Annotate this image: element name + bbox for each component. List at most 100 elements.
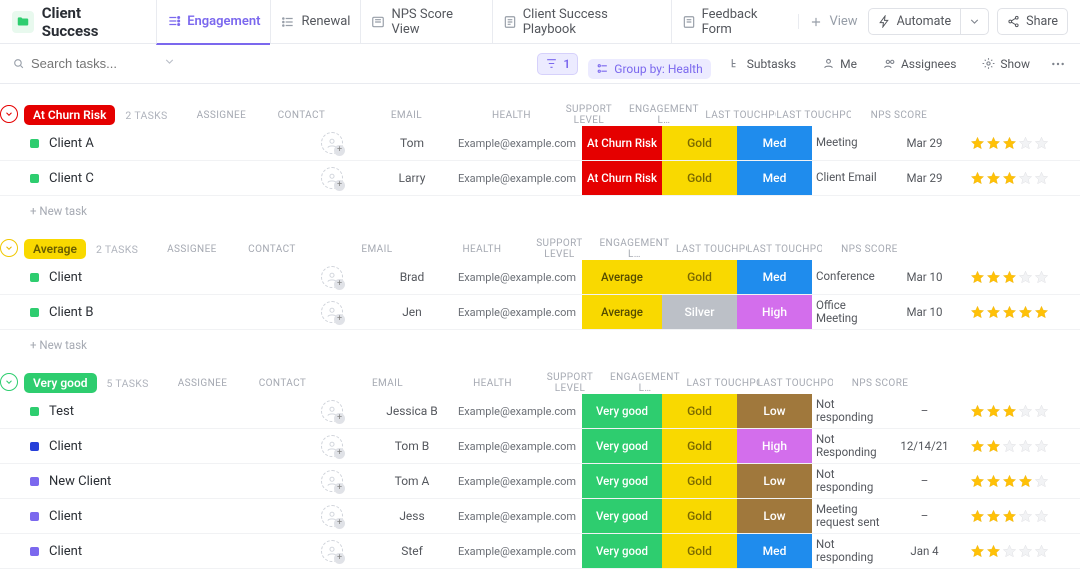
nps-stars[interactable] <box>970 474 1049 489</box>
contact-cell[interactable]: Tom B <box>372 439 452 453</box>
touchpoint-date-cell[interactable]: – <box>887 474 962 488</box>
col-support[interactable]: SUPPORT LEVEL <box>551 104 626 126</box>
group-toggle[interactable] <box>0 373 18 391</box>
task-name[interactable]: Client <box>49 270 82 285</box>
assignee-cell[interactable] <box>292 132 372 154</box>
touchpoint-date-cell[interactable]: Mar 10 <box>887 270 962 284</box>
health-cell[interactable]: At Churn Risk <box>582 126 662 160</box>
nps-stars[interactable] <box>970 305 1049 320</box>
table-row[interactable]: ClientBradExample@example.comAverageGold… <box>0 260 1080 295</box>
tab-engagement[interactable]: Engagement <box>156 0 270 45</box>
assignee-cell[interactable] <box>292 301 372 323</box>
status-dot[interactable] <box>30 273 39 282</box>
touchpoint-type-cell[interactable]: Client Email <box>812 171 887 184</box>
tab-client-success-playbook[interactable]: Client Success Playbook <box>492 0 671 44</box>
col-nps[interactable]: NPS SCORE <box>833 378 928 389</box>
touchpoint-type-cell[interactable]: Not responding <box>812 398 887 424</box>
col-contact[interactable]: CONTACT <box>232 244 312 255</box>
status-dot[interactable] <box>30 547 39 556</box>
table-row[interactable]: New ClientTom AExample@example.comVery g… <box>0 464 1080 499</box>
col-support[interactable]: SUPPORT LEVEL <box>522 238 597 260</box>
touchpoint-date-cell[interactable]: Mar 29 <box>887 136 962 150</box>
col-assignee[interactable]: ASSIGNEE <box>152 244 232 255</box>
nps-stars[interactable] <box>970 171 1049 186</box>
assignee-cell[interactable] <box>292 505 372 527</box>
col-touchpoint-type[interactable]: LAST TOUCHPOI… <box>672 244 747 255</box>
contact-cell[interactable]: Jen <box>372 305 452 319</box>
touchpoint-date-cell[interactable]: Mar 10 <box>887 305 962 319</box>
table-row[interactable]: ClientTom BExample@example.comVery goodG… <box>0 429 1080 464</box>
assignee-cell[interactable] <box>292 400 372 422</box>
support-cell[interactable]: Gold <box>662 126 737 160</box>
nps-cell[interactable] <box>962 305 1057 320</box>
new-task-button[interactable]: + New task <box>0 196 1080 224</box>
touchpoint-type-cell[interactable]: Office Meeting <box>812 299 887 325</box>
engagement-cell[interactable]: Med <box>737 260 812 294</box>
group-label[interactable]: At Churn Risk <box>24 105 115 125</box>
group-label[interactable]: Very good <box>24 373 97 393</box>
col-engagement[interactable]: ENGAGEMENT L… <box>608 372 683 394</box>
health-cell[interactable]: Average <box>582 295 662 329</box>
table-row[interactable]: Client ATomExample@example.comAt Churn R… <box>0 126 1080 161</box>
task-name[interactable]: Client <box>49 439 82 454</box>
touchpoint-type-cell[interactable]: Conference <box>812 270 887 283</box>
email-cell[interactable]: Example@example.com <box>452 545 582 558</box>
status-dot[interactable] <box>30 442 39 451</box>
add-view-button[interactable]: View <box>798 14 867 29</box>
engagement-cell[interactable]: Med <box>737 126 812 160</box>
task-name[interactable]: Test <box>49 404 74 419</box>
touchpoint-type-cell[interactable]: Not Responding <box>812 433 887 459</box>
task-name[interactable]: New Client <box>49 474 111 489</box>
nps-stars[interactable] <box>970 404 1049 419</box>
email-cell[interactable]: Example@example.com <box>452 306 582 319</box>
col-touchpoint-date[interactable]: LAST TOUCHPOI… <box>747 244 822 255</box>
contact-cell[interactable]: Tom A <box>372 474 452 488</box>
email-cell[interactable]: Example@example.com <box>452 405 582 418</box>
engagement-cell[interactable]: Low <box>737 464 812 498</box>
col-health[interactable]: HEALTH <box>442 244 522 255</box>
search-dropdown[interactable] <box>157 53 182 74</box>
group-toggle[interactable] <box>0 105 18 123</box>
engagement-cell[interactable]: Med <box>737 534 812 568</box>
touchpoint-type-cell[interactable]: Meeting <box>812 136 887 149</box>
tab-renewal[interactable]: Renewal <box>270 0 360 44</box>
engagement-cell[interactable]: Low <box>737 394 812 428</box>
touchpoint-date-cell[interactable]: Mar 29 <box>887 171 962 185</box>
task-name[interactable]: Client C <box>49 171 94 186</box>
contact-cell[interactable]: Tom <box>372 136 452 150</box>
nps-stars[interactable] <box>970 270 1049 285</box>
nps-stars[interactable] <box>970 509 1049 524</box>
new-task-button[interactable]: + New task <box>0 330 1080 358</box>
status-dot[interactable] <box>30 174 39 183</box>
col-touchpoint-date[interactable]: LAST TOUCHPOI… <box>776 110 851 121</box>
contact-cell[interactable]: Jessica B <box>372 404 452 418</box>
col-assignee[interactable]: ASSIGNEE <box>163 378 243 389</box>
status-dot[interactable] <box>30 407 39 416</box>
contact-cell[interactable]: Jess <box>372 509 452 523</box>
col-support[interactable]: SUPPORT LEVEL <box>533 372 608 394</box>
col-touchpoint-type[interactable]: LAST TOUCHPOI… <box>683 378 758 389</box>
email-cell[interactable]: Example@example.com <box>452 510 582 523</box>
nps-cell[interactable] <box>962 404 1057 419</box>
email-cell[interactable]: Example@example.com <box>452 271 582 284</box>
col-touchpoint-type[interactable]: LAST TOUCHPOI… <box>701 110 776 121</box>
me-button[interactable]: Me <box>814 54 865 74</box>
assignee-cell[interactable] <box>292 470 372 492</box>
nps-stars[interactable] <box>970 544 1049 559</box>
support-cell[interactable]: Gold <box>662 464 737 498</box>
email-cell[interactable]: Example@example.com <box>452 137 582 150</box>
table-row[interactable]: ClientStefExample@example.comVery goodGo… <box>0 534 1080 569</box>
col-contact[interactable]: CONTACT <box>261 110 341 121</box>
col-nps[interactable]: NPS SCORE <box>822 244 917 255</box>
show-button[interactable]: Show <box>974 54 1038 74</box>
status-dot[interactable] <box>30 139 39 148</box>
contact-cell[interactable]: Larry <box>372 171 452 185</box>
support-cell[interactable]: Gold <box>662 534 737 568</box>
col-engagement[interactable]: ENGAGEMENT L… <box>626 104 701 126</box>
search-input[interactable] <box>31 56 151 71</box>
more-button[interactable] <box>1048 53 1068 75</box>
health-cell[interactable]: Very good <box>582 534 662 568</box>
status-dot[interactable] <box>30 512 39 521</box>
filter-count-badge[interactable]: 1 <box>537 53 578 75</box>
nps-cell[interactable] <box>962 544 1057 559</box>
